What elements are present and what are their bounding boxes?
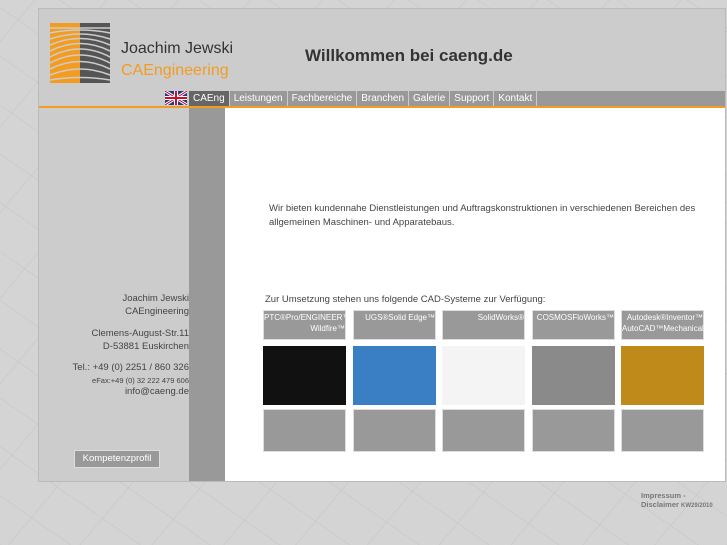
nav-leistungen[interactable]: Leistungen [229,91,288,106]
sidebar-tel: Tel.: +49 (0) 2251 / 860 326 [72,362,189,373]
nav-branchen[interactable]: Branchen [357,91,410,106]
cad-blank-tile [621,409,704,452]
footer: Impressum - Disclaimer KW29/2010 [641,491,725,509]
nav-fachbereiche[interactable]: Fachbereiche [287,91,358,106]
cad-screenshot[interactable] [442,346,525,405]
uk-flag-icon[interactable] [165,91,187,105]
sidebar-name: Joachim Jewski [122,293,189,304]
nav-kontakt[interactable]: Kontakt [494,91,538,106]
main-nav: CAEng Leistungen Fachbereiche Branchen G… [189,91,725,106]
kompetenzprofil-button[interactable]: Kompetenzprofil [74,450,160,468]
cad-screenshot[interactable] [263,346,346,405]
intro-text: Wir bieten kundennahe Dienstleistungen u… [269,203,696,228]
sidebar-email[interactable]: info@caeng.de [49,385,189,398]
cad-screenshot[interactable] [532,346,615,405]
cad-heading: Zur Umsetzung stehen uns folgende CAD-Sy… [265,294,546,305]
cad-label[interactable]: SolidWorks® [442,310,525,340]
logo-icon [50,23,110,83]
sidebar: Joachim Jewski CAEngineering Clemens-Aug… [39,108,189,481]
sidebar-strip [189,108,225,481]
page-title: Willkommen bei caeng.de [305,46,513,65]
cad-blank-tile [353,409,436,452]
sidebar-company: CAEngineering [125,306,189,317]
cad-blank-tile [442,409,525,452]
cad-screenshot[interactable] [353,346,436,405]
nav-caeng[interactable]: CAEng [189,91,230,106]
sidebar-street: Clemens-August-Str.11 [91,328,189,339]
header-company: CAEngineering [121,62,229,79]
header-name: Joachim Jewski [121,40,234,57]
cad-blank-tile [263,409,346,452]
cad-blank-tile [532,409,615,452]
cad-label[interactable]: PTC®Pro/ENGINEER™ Wildfire™ [263,310,350,340]
content-area: Wir bieten kundennahe Dienstleistungen u… [225,108,725,481]
sidebar-city: D-53881 Euskirchen [102,341,189,352]
cad-label[interactable]: Autodesk®Inventor™ AutoCAD™Mechanical [621,310,704,340]
footer-version: KW29/2010 [681,503,713,509]
nav-support[interactable]: Support [450,91,495,106]
page-container: Joachim Jewski CAEngineering Willkommen … [38,8,726,509]
cad-screenshot[interactable] [621,346,704,405]
footer-links[interactable]: Impressum - Disclaimer [641,491,686,509]
nav-galerie[interactable]: Galerie [409,91,451,106]
cad-label[interactable]: UGS®Solid Edge™ [353,310,436,340]
cad-label[interactable]: COSMOSFloWorks™ [532,310,615,340]
